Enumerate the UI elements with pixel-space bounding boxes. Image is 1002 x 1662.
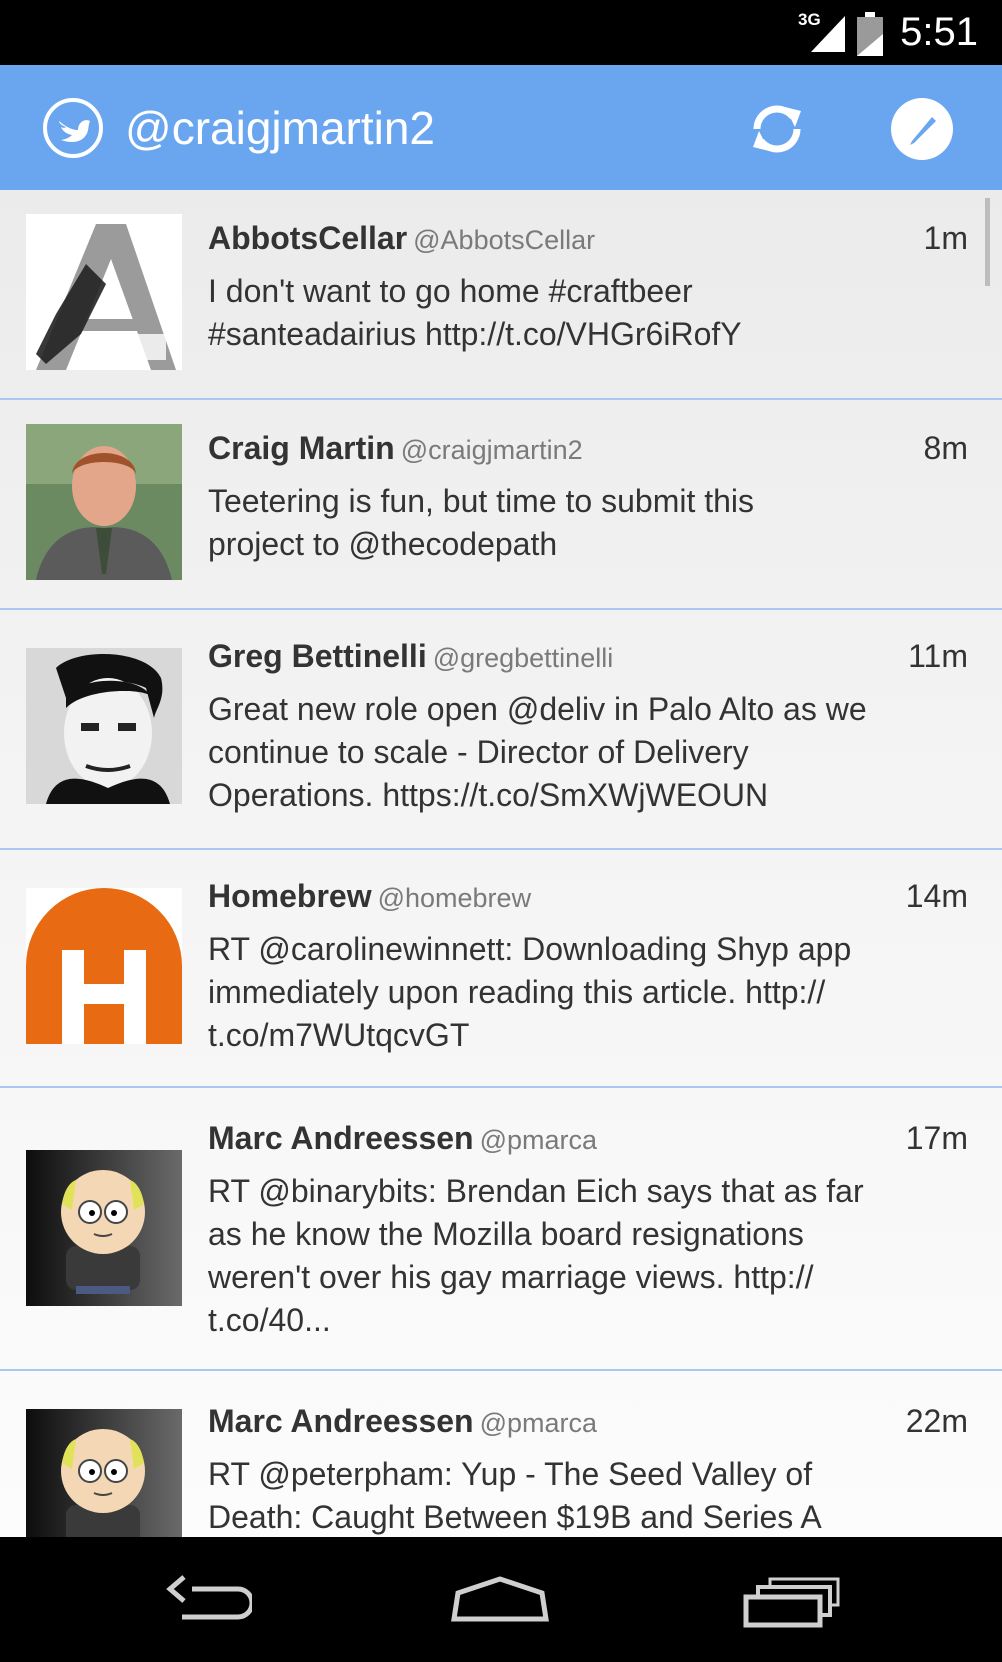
tweet-handle: @pmarca (479, 1125, 598, 1155)
tweet-author-name: Marc Andreessen (208, 1120, 474, 1156)
signal-icon (805, 12, 845, 57)
battery-icon (857, 12, 883, 61)
tweet-author[interactable]: Homebrew @homebrew (208, 878, 531, 915)
tweet-item[interactable]: Craig Martin @craigjmartin2 8m Teetering … (0, 400, 1002, 610)
tweet-author-name: Greg Bettinelli (208, 638, 427, 674)
avatar[interactable] (26, 214, 182, 370)
tweet-item[interactable]: AbbotsCellar @AbbotsCellar 1m I don't wan… (0, 190, 1002, 400)
tweet-handle: @pmarca (479, 1408, 598, 1438)
tweet-author[interactable]: Craig Martin @craigjmartin2 (208, 430, 583, 467)
tweet-timeline[interactable]: AbbotsCellar @AbbotsCellar 1m I don't wan… (0, 190, 1002, 1537)
refresh-icon[interactable] (745, 97, 809, 166)
tweet-time: 14m (905, 878, 968, 914)
tweet-time: 1m (923, 220, 968, 256)
tweet-time: 11m (908, 638, 968, 674)
back-icon[interactable] (162, 1575, 255, 1630)
tweet-item[interactable]: Marc Andreessen @pmarca 17m RT @binarybit… (0, 1088, 1002, 1371)
tweet-handle: @AbbotsCellar (413, 225, 596, 255)
tweet-text: Great new role open @deliv in Palo Alto … (208, 691, 867, 813)
tweet-author-name: Homebrew (208, 878, 372, 914)
action-bar: @craigjmartin2 (0, 65, 1002, 190)
tweet-author[interactable]: AbbotsCellar @AbbotsCellar (208, 220, 595, 257)
avatar[interactable] (26, 888, 182, 1044)
tweet-handle: @gregbettinelli (432, 643, 614, 673)
avatar[interactable] (26, 1150, 182, 1306)
avatar[interactable] (26, 1409, 182, 1537)
home-icon[interactable] (450, 1575, 550, 1630)
compose-icon[interactable] (890, 97, 954, 166)
clock: 5:51 (900, 10, 978, 54)
tweet-time: 22m (905, 1403, 968, 1439)
navigation-bar (0, 1537, 1002, 1662)
tweet-author-name: Marc Andreessen (208, 1403, 474, 1439)
tweet-time: 17m (905, 1120, 968, 1156)
status-bar: 3G 5:51 (0, 0, 1002, 65)
account-title: @craigjmartin2 (125, 102, 436, 154)
tweet-item[interactable]: Greg Bettinelli @gregbettinelli 11m Great… (0, 610, 1002, 850)
avatar[interactable] (26, 424, 182, 580)
tweet-text: RT @carolinewinnett: Downloading Shyp ap… (208, 931, 852, 1053)
tweet-text: I don't want to go home #craftbeer #sant… (208, 273, 742, 352)
tweet-handle: @craigjmartin2 (400, 435, 583, 465)
recent-apps-icon[interactable] (742, 1575, 842, 1634)
tweet-item[interactable]: Marc Andreessen @pmarca 22m RT @peterpham… (0, 1371, 1002, 1537)
tweet-author[interactable]: Greg Bettinelli @gregbettinelli (208, 638, 613, 675)
avatar[interactable] (26, 648, 182, 804)
tweet-text: Teetering is fun, but time to submit thi… (208, 483, 755, 562)
tweet-item[interactable]: Homebrew @homebrew 14m RT @carolinewinnet… (0, 850, 1002, 1088)
tweet-author[interactable]: Marc Andreessen @pmarca (208, 1120, 597, 1157)
tweet-text: RT @peterpham: Yup - The Seed Valley of … (208, 1456, 822, 1535)
tweet-author-name: AbbotsCellar (208, 220, 408, 256)
tweet-author[interactable]: Marc Andreessen @pmarca (208, 1403, 597, 1440)
tweet-author-name: Craig Martin (208, 430, 395, 466)
tweet-text: RT @binarybits: Brendan Eich says that a… (208, 1173, 864, 1338)
twitter-bird-icon[interactable] (42, 97, 104, 164)
tweet-time: 8m (923, 430, 968, 466)
tweet-handle: @homebrew (377, 883, 532, 913)
